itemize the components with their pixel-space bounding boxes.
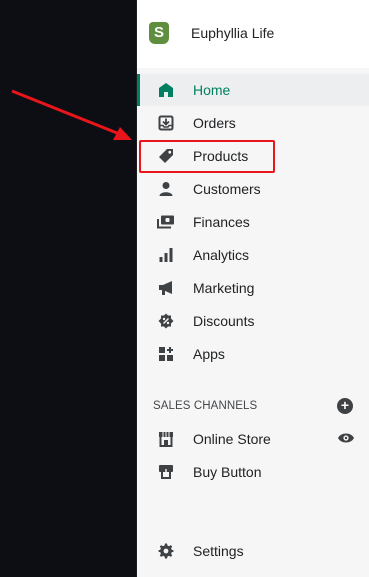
nav-item-finances[interactable]: Finances <box>137 206 369 238</box>
nav-item-label: Buy Button <box>193 464 262 480</box>
orders-icon <box>157 114 175 132</box>
apps-icon <box>157 345 175 363</box>
store-header[interactable]: S Euphyllia Life <box>137 0 369 68</box>
nav-item-discounts[interactable]: Discounts <box>137 305 369 337</box>
nav-item-buy-button[interactable]: Buy Button <box>137 456 369 488</box>
active-indicator <box>137 74 140 106</box>
buy-button-icon <box>157 463 175 481</box>
eye-icon <box>338 433 354 443</box>
nav-item-label: Online Store <box>193 431 271 447</box>
nav-item-label: Apps <box>193 346 225 362</box>
sidebar: S Euphyllia Life Home Orders Products Cu… <box>136 0 369 577</box>
nav-item-home[interactable]: Home <box>137 74 369 106</box>
nav-item-settings[interactable]: Settings <box>137 535 369 567</box>
view-online-store-button[interactable] <box>337 431 355 445</box>
nav-item-label: Analytics <box>193 247 250 263</box>
discount-icon <box>157 312 175 330</box>
nav-item-label: Settings <box>193 543 244 559</box>
nav-item-label: Orders <box>193 115 236 131</box>
bar-chart-icon <box>157 246 175 264</box>
sales-channels-heading: SALES CHANNELS <box>153 400 258 412</box>
store-name: Euphyllia Life <box>191 25 275 41</box>
nav-item-label: Marketing <box>193 280 255 296</box>
store-logo: S <box>149 22 169 44</box>
finances-icon <box>157 213 175 231</box>
nav-item-marketing[interactable]: Marketing <box>137 272 369 304</box>
nav-item-online-store[interactable]: Online Store <box>137 423 369 455</box>
megaphone-icon <box>157 279 175 297</box>
nav-item-analytics[interactable]: Analytics <box>137 239 369 271</box>
customer-icon <box>157 180 175 198</box>
gear-icon <box>157 542 175 560</box>
nav-item-label: Home <box>193 82 231 98</box>
nav-item-apps[interactable]: Apps <box>137 338 369 370</box>
nav-item-customers[interactable]: Customers <box>137 173 369 205</box>
nav-item-orders[interactable]: Orders <box>137 107 369 139</box>
nav-item-label: Discounts <box>193 313 255 329</box>
store-icon <box>157 430 175 448</box>
add-sales-channel-button[interactable]: + <box>337 398 353 414</box>
products-highlight-box <box>139 140 275 173</box>
home-icon <box>157 81 175 99</box>
nav-item-label: Finances <box>193 214 250 230</box>
nav-item-label: Customers <box>193 181 261 197</box>
